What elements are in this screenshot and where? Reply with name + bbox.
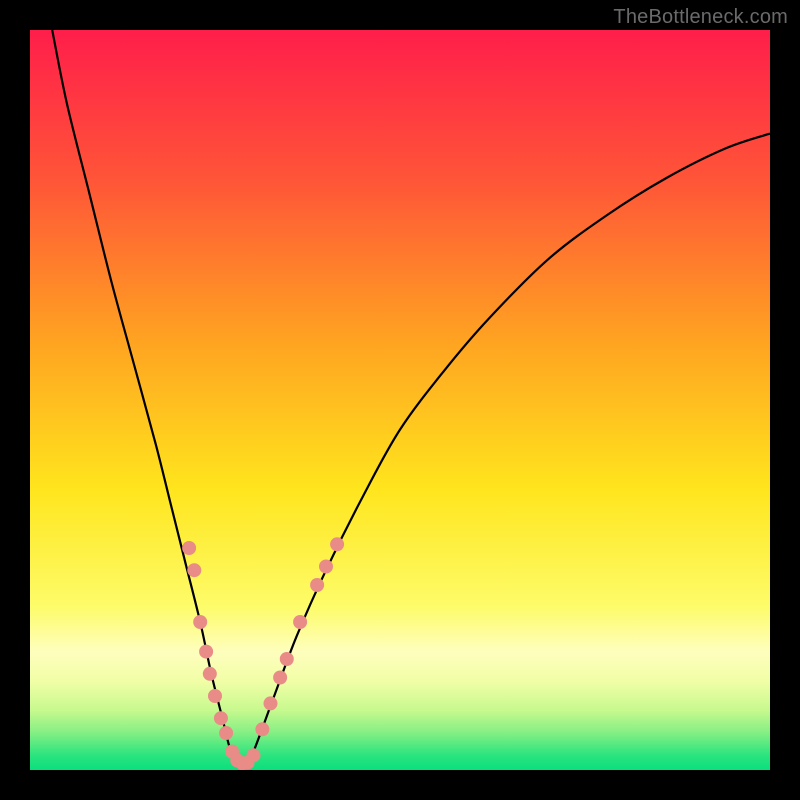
data-point (330, 537, 344, 551)
data-point (264, 696, 278, 710)
chart-frame: TheBottleneck.com (0, 0, 800, 800)
data-point (273, 671, 287, 685)
data-point (208, 689, 222, 703)
data-point (280, 652, 294, 666)
data-point (187, 563, 201, 577)
curve-layer (30, 30, 770, 770)
data-point (199, 645, 213, 659)
data-point (293, 615, 307, 629)
watermark-text: TheBottleneck.com (613, 6, 788, 29)
data-point (246, 748, 260, 762)
data-point (310, 578, 324, 592)
data-point (219, 726, 233, 740)
data-point (214, 711, 228, 725)
data-point (319, 560, 333, 574)
plot-area (30, 30, 770, 770)
data-point (193, 615, 207, 629)
scatter-points (182, 537, 344, 770)
data-point (203, 667, 217, 681)
bottleneck-curve (52, 30, 770, 764)
data-point (182, 541, 196, 555)
data-point (255, 722, 269, 736)
